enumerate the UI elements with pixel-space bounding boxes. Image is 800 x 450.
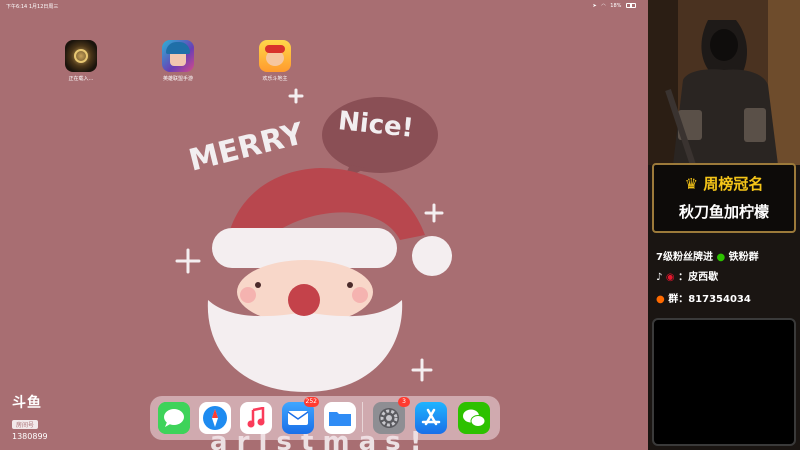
- mail-badge: 252: [303, 397, 319, 407]
- music-icon: [240, 402, 272, 434]
- crown-icon: ♛: [684, 175, 699, 193]
- tiktok-icon: ♪: [656, 272, 663, 283]
- rank-title: ♛ 周榜冠名: [654, 173, 794, 194]
- fan-group-line: 7级粉丝牌进 ● 铁粉群: [656, 248, 759, 263]
- weibo-line: ♪ ◉ ：皮西歇: [656, 268, 718, 283]
- settings-badge: 3: [398, 397, 410, 407]
- fan-group-text: 7级粉丝牌进: [656, 252, 713, 263]
- dock-messages[interactable]: [158, 402, 190, 434]
- rank-title-text: 周榜冠名: [703, 175, 764, 193]
- dock-files[interactable]: [324, 402, 356, 434]
- douyu-room-label: 房间号: [12, 420, 39, 429]
- weekly-rank-box: ♛ 周榜冠名 秋刀鱼加柠檬: [652, 163, 796, 233]
- douyu-logo: 斗鱼: [12, 395, 42, 411]
- settings-gear-icon: [373, 402, 405, 434]
- streamer-character-image: [648, 0, 800, 166]
- qq-group-number: 群：817354034: [668, 294, 751, 305]
- dock-mail[interactable]: 252: [282, 397, 319, 434]
- messages-icon: [158, 402, 190, 434]
- wallpaper-illustration: a r l s t m a s !: [175, 88, 452, 450]
- douyu-room-id: 1380899: [12, 432, 48, 441]
- wechat-small-icon: ●: [716, 252, 726, 263]
- douyu-watermark: 斗鱼 房间号 1380899: [12, 392, 48, 441]
- weibo-handle: ：皮西歇: [678, 272, 719, 283]
- screen-root: 下午6:14 1月12日周三 ➤ ◠ 18% 正在载入… 英雄联盟手游 欢乐斗地…: [0, 0, 800, 450]
- dock-divider: [362, 402, 363, 432]
- dock-music[interactable]: [240, 402, 272, 434]
- dock-safari[interactable]: [199, 402, 231, 434]
- qq-group-line: ● 群：817354034: [656, 290, 751, 305]
- fan-info-box: 7级粉丝牌进 ● 铁粉群 ♪ ◉ ：皮西歇 ● 群：817354034: [652, 240, 796, 316]
- fan-group-tail: 铁粉群: [728, 252, 759, 263]
- weibo-icon: ◉: [665, 272, 675, 283]
- dock-app-store[interactable]: [415, 402, 447, 434]
- qq-icon: ●: [656, 294, 665, 305]
- dock-wechat[interactable]: [458, 402, 490, 434]
- dock-settings[interactable]: 3: [373, 397, 410, 434]
- app-store-icon: [415, 402, 447, 434]
- rank-name: 秋刀鱼加柠檬: [678, 203, 769, 221]
- safari-icon: [199, 402, 231, 434]
- webcam-placeholder: [652, 318, 796, 446]
- wechat-icon: [458, 402, 490, 434]
- files-icon: [324, 402, 356, 434]
- ipad-home-screen: 下午6:14 1月12日周三 ➤ ◠ 18% 正在载入… 英雄联盟手游 欢乐斗地…: [0, 0, 648, 450]
